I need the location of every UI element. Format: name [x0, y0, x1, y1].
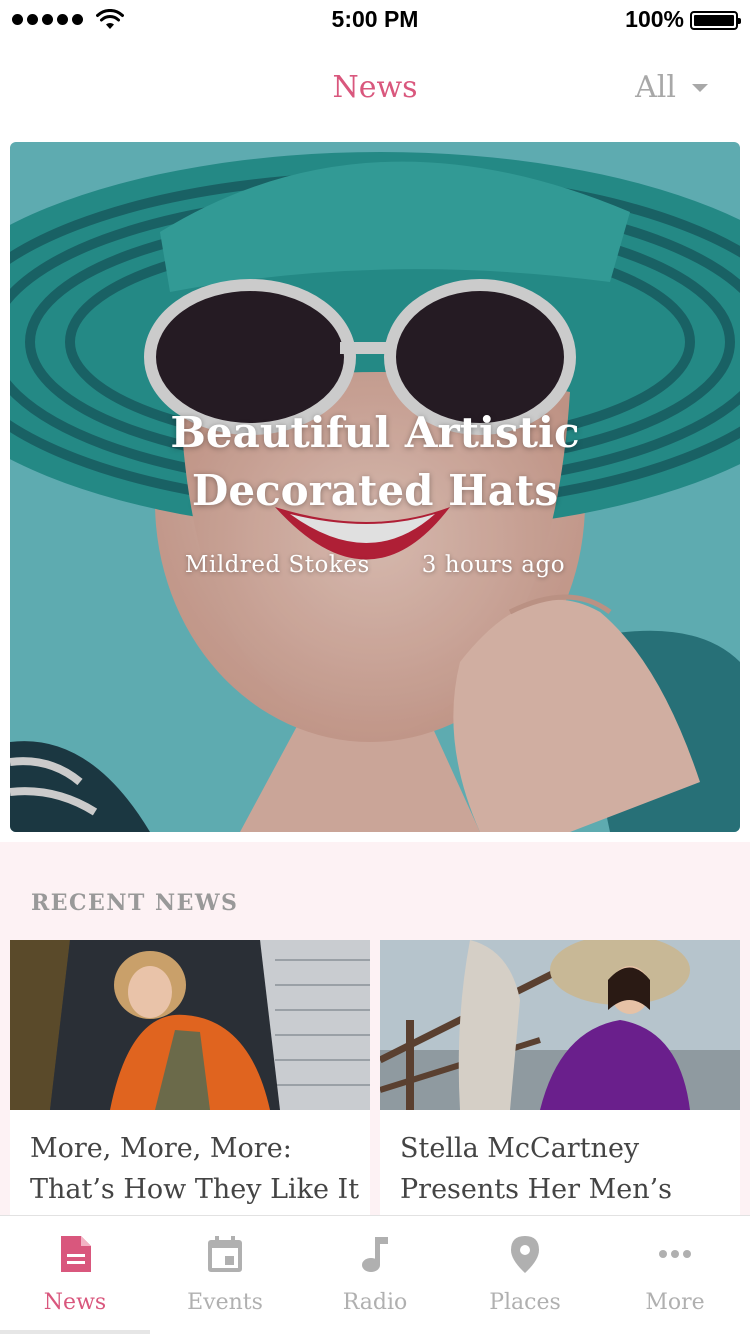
tab-label: Places: [489, 1290, 561, 1315]
featured-meta: Mildred Stokes 3 hours ago: [10, 552, 740, 578]
music-note-icon: [362, 1237, 388, 1272]
tab-places[interactable]: Places: [450, 1216, 600, 1334]
section-title: RECENT NEWS: [31, 890, 239, 916]
tab-news[interactable]: News: [0, 1216, 150, 1334]
news-card[interactable]: More, More, More: That’s How They Like I…: [10, 940, 370, 1240]
filter-label: All: [635, 70, 676, 105]
bottom-tab-bar: News Events Radio Places More: [0, 1215, 750, 1334]
chevron-down-icon: [692, 83, 708, 92]
featured-article-card[interactable]: Beautiful Artistic Decorated Hats Mildre…: [10, 142, 740, 832]
map-pin-icon: [511, 1236, 539, 1273]
battery-icon: [690, 11, 741, 30]
tab-label: More: [645, 1290, 705, 1315]
tab-events[interactable]: Events: [150, 1216, 300, 1334]
calendar-icon: [208, 1236, 242, 1272]
active-tab-indicator: [0, 1330, 150, 1334]
status-bar: 5:00 PM 100%: [0, 0, 750, 40]
tab-radio[interactable]: Radio: [300, 1216, 450, 1334]
featured-author: Mildred Stokes: [184, 552, 370, 578]
tab-more[interactable]: More: [600, 1216, 750, 1334]
news-card-title: Stella McCartney Presents Her Men’s: [400, 1133, 673, 1205]
news-card-title: More, More, More: That’s How They Like I…: [30, 1133, 360, 1205]
category-filter-dropdown[interactable]: All: [635, 70, 708, 105]
news-card-image: [380, 940, 740, 1110]
more-dots-icon: [659, 1250, 691, 1258]
featured-timestamp: 3 hours ago: [421, 552, 566, 578]
tab-label: Radio: [342, 1290, 408, 1315]
news-card-image: [10, 940, 370, 1110]
battery-percentage: 100%: [625, 6, 684, 32]
document-icon: [61, 1236, 91, 1272]
featured-headline: Beautiful Artistic Decorated Hats: [170, 408, 580, 515]
tab-label: News: [43, 1290, 107, 1315]
tab-label: Events: [187, 1290, 263, 1315]
news-card[interactable]: Stella McCartney Presents Her Men’s: [380, 940, 740, 1240]
nav-header: News All: [0, 40, 750, 140]
